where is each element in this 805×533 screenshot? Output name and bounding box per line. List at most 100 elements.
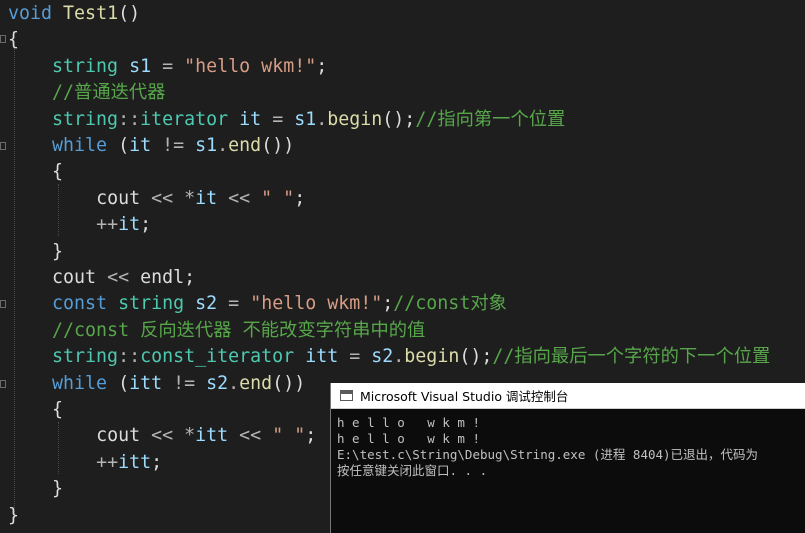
- code-line[interactable]: }: [8, 503, 19, 529]
- debug-console-window[interactable]: Microsoft Visual Studio 调试控制台 h e l l o …: [330, 383, 805, 533]
- code-token: ++: [96, 451, 119, 473]
- code-token: }: [8, 240, 64, 262]
- code-token: const_iterator: [140, 346, 295, 368]
- code-line[interactable]: //const 反向迭代器 不能改变字符串中的值: [8, 318, 425, 344]
- code-token: begin: [404, 346, 460, 368]
- code-token: cout: [96, 425, 141, 447]
- code-token: string: [52, 108, 119, 130]
- code-token: s1: [129, 55, 152, 77]
- code-line[interactable]: cout << *it << " ";: [8, 186, 305, 212]
- code-token: "hello wkm!": [184, 55, 317, 77]
- code-token: while: [52, 135, 108, 156]
- code-token: end: [228, 135, 262, 156]
- code-token: ;: [151, 451, 163, 473]
- code-line[interactable]: //普通迭代器: [8, 80, 165, 106]
- code-line[interactable]: string::iterator it = s1.begin();//指向第一个…: [8, 107, 565, 133]
- code-token: //指向最后一个字符的下一个位置: [492, 346, 771, 368]
- fold-marker-icon[interactable]: [0, 300, 6, 308]
- code-token: //指向第一个位置: [415, 108, 566, 130]
- code-line[interactable]: cout << endl;: [8, 265, 195, 291]
- code-token: {: [8, 29, 20, 51]
- code-token: <<: [96, 267, 141, 288]
- console-line: h e l l o w k m !: [337, 415, 480, 430]
- code-token: ::: [118, 346, 141, 368]
- code-line[interactable]: {: [8, 159, 63, 185]
- code-line[interactable]: cout << *itt << " ";: [8, 423, 316, 449]
- code-token: ()): [261, 135, 295, 156]
- code-token: =: [261, 108, 295, 130]
- code-token: itt: [305, 346, 339, 368]
- editor-gutter: [0, 0, 8, 529]
- code-token: << *: [140, 187, 196, 209]
- code-token: s2: [206, 372, 229, 394]
- console-line: h e l l o w k m !: [337, 431, 480, 446]
- code-line[interactable]: void Test1(): [8, 1, 140, 27]
- code-line[interactable]: while (itt != s2.end()): [8, 371, 305, 397]
- code-token: ++: [96, 214, 119, 236]
- code-line[interactable]: {: [8, 397, 63, 423]
- code-token: <<: [217, 187, 262, 209]
- code-token: it: [195, 187, 218, 209]
- code-token: (): [118, 3, 141, 24]
- code-line[interactable]: string s1 = "hello wkm!";: [8, 54, 327, 80]
- code-token: <<: [228, 425, 273, 447]
- code-token: endl: [140, 267, 185, 288]
- code-token: itt: [118, 451, 152, 473]
- fold-marker-icon[interactable]: [0, 35, 6, 43]
- code-token: (: [107, 135, 130, 156]
- fold-marker-icon[interactable]: [0, 142, 6, 150]
- code-token: itt: [195, 425, 229, 447]
- code-token: << *: [140, 425, 196, 447]
- fold-marker-icon[interactable]: [0, 380, 6, 388]
- code-line[interactable]: const string s2 = "hello wkm!";//const对象: [8, 291, 507, 317]
- console-titlebar[interactable]: Microsoft Visual Studio 调试控制台: [331, 383, 805, 409]
- code-token: s2: [371, 346, 394, 368]
- code-token: cout: [52, 267, 97, 288]
- code-token: //普通迭代器: [52, 82, 166, 104]
- code-token: =: [338, 346, 372, 368]
- code-token: }: [8, 478, 64, 500]
- code-token: .: [228, 372, 240, 394]
- code-token: while: [52, 372, 108, 394]
- code-line[interactable]: ++it;: [8, 212, 151, 238]
- code-line[interactable]: string::const_iterator itt = s2.begin();…: [8, 344, 770, 370]
- code-line[interactable]: ++itt;: [8, 450, 162, 476]
- code-token: ::: [118, 108, 141, 130]
- code-token: !=: [162, 372, 207, 394]
- code-line[interactable]: {: [8, 27, 19, 53]
- code-token: string: [118, 293, 185, 315]
- code-line[interactable]: }: [8, 239, 63, 265]
- code-token: s2: [195, 293, 218, 315]
- code-line[interactable]: while (it != s1.end()): [8, 133, 294, 159]
- code-token: iterator: [140, 108, 229, 130]
- code-token: {: [8, 161, 64, 183]
- code-token: itt: [129, 372, 163, 394]
- code-token: string: [52, 346, 119, 368]
- code-token: s1: [294, 108, 317, 130]
- code-token: it: [239, 108, 262, 130]
- code-token: =: [217, 293, 251, 315]
- code-token: end: [239, 372, 273, 394]
- code-line[interactable]: }: [8, 476, 63, 502]
- code-token: Test1: [63, 3, 119, 24]
- code-token: !=: [151, 135, 196, 156]
- code-token: ;: [184, 267, 196, 288]
- code-token: void: [8, 3, 53, 24]
- code-token: begin: [327, 108, 383, 130]
- code-token: //const对象: [393, 293, 507, 315]
- code-token: ;: [382, 293, 394, 315]
